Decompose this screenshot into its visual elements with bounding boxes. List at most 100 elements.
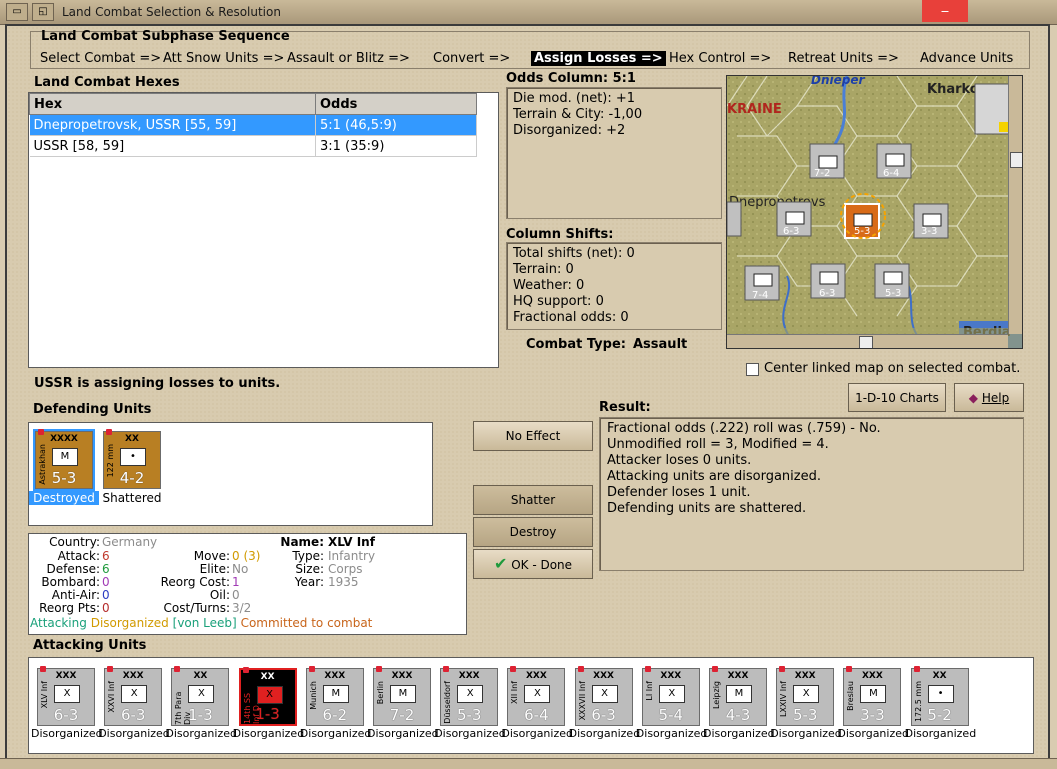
result-line: Attacking units are disorganized. — [607, 469, 821, 484]
unit-symbol-icon: X — [793, 685, 820, 703]
unit-symbol-icon: X — [121, 685, 148, 703]
map-vertical-scrollbar[interactable] — [1008, 76, 1022, 334]
unit-symbol-icon: M — [322, 685, 349, 703]
map-counter[interactable]: 7-2 — [809, 143, 845, 179]
map-counter[interactable]: 6-4 — [876, 143, 912, 179]
system-menu-icon[interactable]: ▭ — [6, 3, 28, 21]
attacking-unit-counter[interactable]: XXX XXVI Inf X 6-3 — [104, 666, 163, 726]
unit-strength: 7-2 — [389, 706, 415, 724]
map-counter[interactable]: 6-3 — [810, 263, 846, 299]
unit-size: XX — [260, 672, 275, 682]
hexes-list[interactable]: Hex Odds Dnepropetrovsk, USSR [55, 59] 5… — [28, 92, 499, 368]
unit-symbol-icon: M — [390, 685, 416, 703]
hexes-title: Land Combat Hexes — [34, 75, 180, 90]
table-row[interactable]: Dnepropetrovsk, USSR [55, 59] 5:1 (46,5:… — [29, 114, 477, 136]
defending-unit-counter[interactable]: XX 122 mm • 4-2 — [103, 429, 161, 489]
shatter-button[interactable]: Shatter — [473, 485, 593, 515]
result-line: Attacker loses 0 units. — [607, 453, 752, 468]
help-label: Help — [981, 391, 1010, 405]
map-counter[interactable]: 7-4 — [744, 265, 780, 301]
odds-column-header[interactable]: Odds — [315, 93, 477, 115]
status-committed: Committed to combat — [240, 616, 373, 630]
map-counter[interactable]: 5-3 — [844, 203, 880, 239]
attacking-unit-counter[interactable]: XXX Leipzig M 4-3 — [709, 666, 767, 726]
charts-button[interactable]: 1-D-10 Charts — [848, 383, 946, 412]
unit-name: Berlin — [376, 681, 385, 705]
result-panel: Fractional odds (.222) roll was (.759) -… — [599, 417, 1024, 571]
hex-column-header[interactable]: Hex — [29, 93, 316, 115]
year-value: 1935 — [328, 575, 359, 589]
result-title: Result: — [599, 400, 651, 415]
hexes-header-row: Hex Odds — [29, 93, 477, 115]
unit-strength: 3-3 — [860, 706, 885, 724]
unit-symbol-icon: X — [256, 686, 283, 704]
result-line: Unmodified roll = 3, Modified = 4. — [607, 437, 829, 452]
attacking-unit-counter[interactable]: XXX XXXVII Inf X 6-3 — [574, 666, 633, 726]
unit-size: XXX — [861, 671, 883, 681]
no-effect-button[interactable]: No Effect — [473, 421, 593, 451]
country-label: Country: — [49, 535, 100, 549]
title-bar: ▭ ◱ Land Combat Selection & Resolution ⎯ — [0, 0, 1057, 25]
odds-panel: Die mod. (net): +1 Terrain & City: -1,00… — [506, 87, 722, 219]
unit-size: XXX — [660, 671, 682, 681]
destroy-button[interactable]: Destroy — [473, 517, 593, 547]
attacking-unit-label: Disorganized — [165, 727, 237, 740]
attacking-unit-counter[interactable]: XX 172.5 mm • 5-2 — [910, 666, 969, 726]
attacking-unit-counter[interactable]: XXX Düsseldorf X 5-3 — [440, 666, 499, 726]
attacking-unit-counter[interactable]: XX 14th SS Inf D. X 1-3 — [238, 667, 297, 726]
year-label: Year: — [294, 575, 324, 589]
attacking-unit-counter[interactable]: XXX LI Inf X 5-4 — [641, 666, 700, 726]
result-line: Fractional odds (.222) roll was (.759) -… — [607, 421, 881, 436]
map-counter[interactable]: 5-3 — [874, 263, 910, 299]
map-counter[interactable]: 3-3 — [913, 203, 949, 239]
unit-strength: 5-3 — [51, 469, 77, 487]
mini-map[interactable]: Dnieper Kharkov KRAINE Dnepropetrovs Ber… — [726, 75, 1023, 349]
unit-strength: 4-3 — [725, 706, 751, 724]
attacking-unit-label: Disorganized — [837, 727, 909, 740]
ok-done-label: OK - Done — [511, 558, 573, 572]
unit-size: XXX — [727, 671, 749, 681]
attacking-unit-label: Disorganized — [635, 727, 708, 740]
bottom-strip — [0, 758, 1057, 769]
restore-icon[interactable]: ◱ — [32, 3, 54, 21]
map-counter[interactable] — [974, 83, 1012, 135]
close-button[interactable]: ⎯ — [922, 0, 968, 22]
attacking-unit-counter[interactable]: XXX Berlin M 7-2 — [373, 666, 431, 726]
hex-cell: USSR [58, 59] — [29, 135, 316, 157]
unit-strength: 1-3 — [188, 706, 213, 724]
reorgpts-value: 0 — [102, 601, 110, 615]
reorgpts-label: Reorg Pts: — [39, 601, 100, 615]
country-value: Germany — [102, 535, 158, 549]
status-message: USSR is assigning losses to units. — [34, 376, 281, 391]
attacking-unit-counter[interactable]: XXX Breslau M 3-3 — [843, 666, 902, 726]
help-book-icon: ◆ — [968, 391, 979, 405]
defending-unit-counter[interactable]: XXXX Astrakhan M 5-3 — [33, 429, 95, 491]
attacking-unit-counter[interactable]: XXX LXXIV Inf X 5-3 — [776, 666, 835, 726]
map-canvas[interactable]: Dnieper Kharkov KRAINE Dnepropetrovs Ber… — [727, 76, 1023, 349]
unit-strength: 6-3 — [591, 706, 616, 724]
attacking-unit-label: Disorganized — [232, 727, 305, 740]
unit-size: XXX — [55, 671, 77, 681]
odds-cell: 3:1 (35:9) — [315, 135, 477, 157]
status-attacking: Attacking — [30, 616, 87, 630]
attacking-unit-counter[interactable]: XXX XLV Inf X 6-3 — [37, 666, 95, 726]
unit-strength: 5-4 — [658, 706, 684, 724]
help-button[interactable]: ◆ Help — [954, 383, 1024, 412]
map-counter[interactable]: 6-3 — [776, 201, 812, 237]
map-vscroll-thumb[interactable] — [1010, 152, 1022, 168]
unit-symbol-icon: M — [860, 685, 887, 703]
attacking-unit-counter[interactable]: XX 7th Para Div X 1-3 — [171, 666, 230, 726]
window-title: Land Combat Selection & Resolution — [62, 5, 281, 19]
map-hscroll-thumb[interactable] — [859, 336, 873, 348]
odds-cell: 5:1 (46,5:9) — [315, 114, 477, 136]
attacking-unit-counter[interactable]: XXX XII Inf X 6-4 — [507, 666, 566, 726]
seq-step-assign-losses: Assign Losses => — [531, 51, 666, 66]
unit-size: XXX — [324, 671, 346, 681]
map-horizontal-scrollbar[interactable] — [727, 334, 1008, 348]
map-counter[interactable] — [727, 201, 742, 237]
center-linked-checkbox[interactable] — [746, 363, 759, 376]
attacking-unit-counter[interactable]: XXX Munich M 6-2 — [305, 666, 364, 726]
ok-done-button[interactable]: ✔ OK - Done — [473, 549, 593, 579]
odds-line: Die mod. (net): +1 — [513, 91, 636, 106]
table-row[interactable]: USSR [58, 59] 3:1 (35:9) — [29, 135, 477, 157]
